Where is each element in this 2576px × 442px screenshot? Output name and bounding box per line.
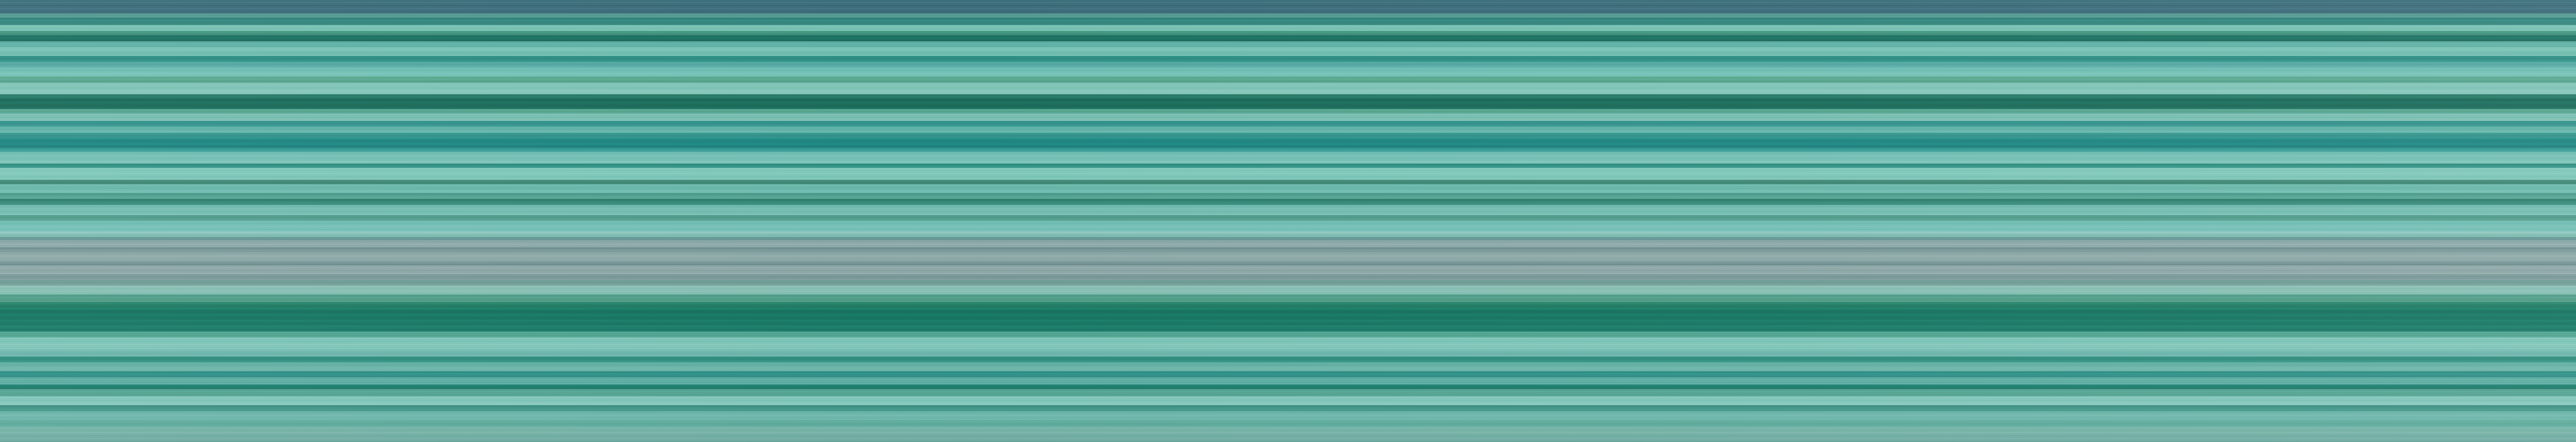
subtle-sheen <box>0 0 2576 442</box>
striped-image <box>0 0 2576 442</box>
